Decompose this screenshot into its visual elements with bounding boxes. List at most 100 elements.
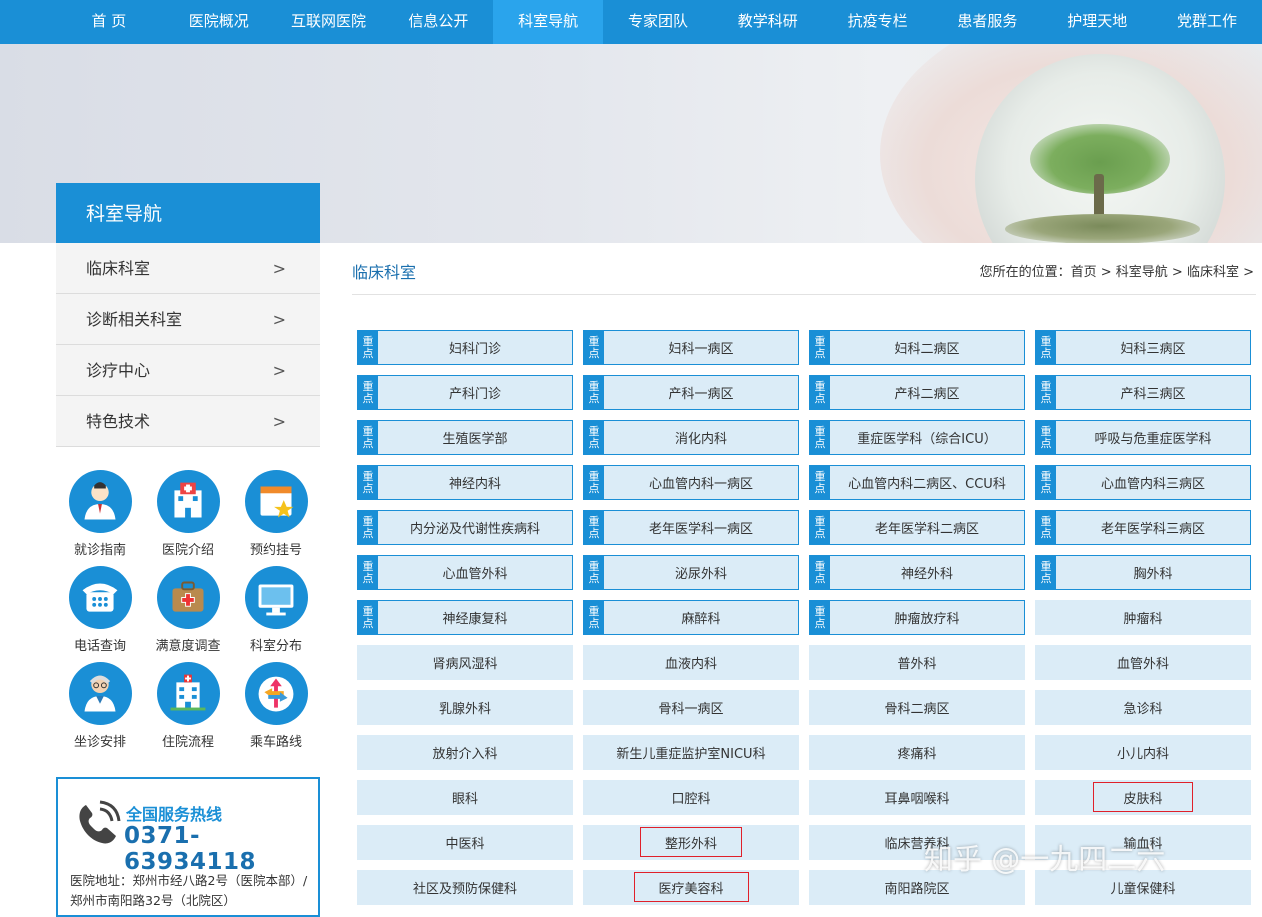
department-link[interactable]: 血液内科: [583, 645, 799, 680]
department-link[interactable]: 骨科一病区: [583, 690, 799, 725]
nav-item[interactable]: 护理天地: [1042, 0, 1152, 44]
sidebar-item-label: 特色技术: [86, 412, 151, 431]
department-name: 妇科二病区: [894, 342, 960, 357]
department-link[interactable]: 医疗美容科: [583, 870, 799, 905]
service-shortcut[interactable]: 预约挂号: [232, 470, 320, 558]
key-department-badge: 重点: [810, 601, 830, 634]
department-link[interactable]: 口腔科: [583, 780, 799, 815]
department-name: 新生儿重症监护室NICU科: [616, 747, 766, 762]
hotline-number[interactable]: 0371-63934118: [124, 823, 318, 875]
department-link[interactable]: 临床营养科: [809, 825, 1025, 860]
department-name: 输血科: [1123, 837, 1163, 852]
department-link[interactable]: 重点 妇科一病区: [583, 330, 799, 365]
department-link[interactable]: 重点 消化内科: [583, 420, 799, 455]
nav-item[interactable]: 医院概况: [164, 0, 274, 44]
department-link[interactable]: 重点 生殖医学部: [357, 420, 573, 455]
department-link[interactable]: 重点 心血管内科一病区: [583, 465, 799, 500]
department-name: 心血管内科一病区: [648, 477, 753, 492]
department-link[interactable]: 重点 神经外科: [809, 555, 1025, 590]
nav-item[interactable]: 教学科研: [713, 0, 823, 44]
sidebar-title: 科室导航: [56, 183, 320, 243]
department-link[interactable]: 重点 产科二病区: [809, 375, 1025, 410]
nav-item[interactable]: 信息公开: [383, 0, 493, 44]
department-link[interactable]: 重点 妇科三病区: [1035, 330, 1251, 365]
department-link[interactable]: 重点 妇科门诊: [357, 330, 573, 365]
nav-item[interactable]: 互联网医院: [274, 0, 384, 44]
department-link[interactable]: 重点 妇科二病区: [809, 330, 1025, 365]
department-link[interactable]: 重点 重症医学科（综合ICU）: [809, 420, 1025, 455]
key-department-badge: 重点: [810, 556, 830, 589]
service-shortcut[interactable]: 坐诊安排: [56, 662, 144, 750]
sidebar-item[interactable]: 诊疗中心 >: [56, 345, 320, 396]
department-name: 放射介入科: [432, 747, 498, 762]
department-link[interactable]: 血管外科: [1035, 645, 1251, 680]
department-link[interactable]: 重点 产科门诊: [357, 375, 573, 410]
department-link[interactable]: 普外科: [809, 645, 1025, 680]
department-link[interactable]: 重点 内分泌及代谢性疾病科: [357, 510, 573, 545]
breadcrumb-link[interactable]: 科室导航: [1116, 265, 1168, 280]
sidebar-menu: 临床科室 > 诊断相关科室 > 诊疗中心 > 特色技术 >: [56, 243, 320, 447]
department-name: 妇科一病区: [668, 342, 734, 357]
breadcrumb-link[interactable]: 首页: [1071, 265, 1097, 280]
department-link[interactable]: 中医科: [357, 825, 573, 860]
department-link[interactable]: 肿瘤科: [1035, 600, 1251, 635]
department-link[interactable]: 骨科二病区: [809, 690, 1025, 725]
nav-item[interactable]: 患者服务: [933, 0, 1043, 44]
department-link[interactable]: 社区及预防保健科: [357, 870, 573, 905]
department-link[interactable]: 重点 老年医学科二病区: [809, 510, 1025, 545]
sidebar-item[interactable]: 特色技术 >: [56, 396, 320, 447]
department-link[interactable]: 重点 呼吸与危重症医学科: [1035, 420, 1251, 455]
service-shortcut[interactable]: 医院介绍: [144, 470, 232, 558]
nav-item[interactable]: 专家团队: [603, 0, 713, 44]
department-name: 心血管内科三病区: [1100, 477, 1205, 492]
calendar-star-icon: [244, 470, 308, 533]
department-name: 乳腺外科: [438, 702, 491, 717]
department-link[interactable]: 重点 胸外科: [1035, 555, 1251, 590]
title-divider: [352, 294, 1256, 295]
department-link[interactable]: 乳腺外科: [357, 690, 573, 725]
breadcrumb-link[interactable]: 临床科室: [1187, 265, 1239, 280]
department-link[interactable]: 小儿内科: [1035, 735, 1251, 770]
department-link[interactable]: 重点 心血管内科二病区、CCU科: [809, 465, 1025, 500]
nav-item[interactable]: 首 页: [54, 0, 164, 44]
nav-item[interactable]: 党群工作: [1152, 0, 1262, 44]
department-link[interactable]: 重点 肿瘤放疗科: [809, 600, 1025, 635]
department-link[interactable]: 重点 神经内科: [357, 465, 573, 500]
department-link[interactable]: 重点 神经康复科: [357, 600, 573, 635]
service-shortcut[interactable]: 住院流程: [144, 662, 232, 750]
department-link[interactable]: 重点 泌尿外科: [583, 555, 799, 590]
department-link[interactable]: 输血科: [1035, 825, 1251, 860]
nav-item[interactable]: 抗疫专栏: [823, 0, 933, 44]
service-shortcut[interactable]: 乘车路线: [232, 662, 320, 750]
department-link[interactable]: 儿童保健科: [1035, 870, 1251, 905]
service-shortcut[interactable]: 科室分布: [232, 566, 320, 654]
key-department-badge: 重点: [810, 466, 830, 499]
department-link[interactable]: 眼科: [357, 780, 573, 815]
key-department-badge: 重点: [358, 421, 378, 454]
department-link[interactable]: 新生儿重症监护室NICU科: [583, 735, 799, 770]
department-link[interactable]: 重点 老年医学科三病区: [1035, 510, 1251, 545]
department-link[interactable]: 放射介入科: [357, 735, 573, 770]
nav-item[interactable]: 科室导航: [493, 0, 604, 44]
department-link[interactable]: 重点 心血管外科: [357, 555, 573, 590]
service-shortcut[interactable]: 就诊指南: [56, 470, 144, 558]
department-link[interactable]: 重点 麻醉科: [583, 600, 799, 635]
department-link[interactable]: 疼痛科: [809, 735, 1025, 770]
department-link[interactable]: 皮肤科: [1035, 780, 1251, 815]
sidebar-item[interactable]: 诊断相关科室 >: [56, 294, 320, 345]
department-link[interactable]: 重点 心血管内科三病区: [1035, 465, 1251, 500]
department-link[interactable]: 耳鼻咽喉科: [809, 780, 1025, 815]
sidebar-item[interactable]: 临床科室 >: [56, 243, 320, 294]
department-link[interactable]: 重点 产科一病区: [583, 375, 799, 410]
department-link[interactable]: 重点 产科三病区: [1035, 375, 1251, 410]
service-shortcut[interactable]: 电话查询: [56, 566, 144, 654]
department-name: 中医科: [445, 837, 485, 852]
department-name: 产科门诊: [448, 387, 501, 402]
department-link[interactable]: 重点 老年医学科一病区: [583, 510, 799, 545]
department-link[interactable]: 整形外科: [583, 825, 799, 860]
department-link[interactable]: 急诊科: [1035, 690, 1251, 725]
department-link[interactable]: 肾病风湿科: [357, 645, 573, 680]
medical-kit-icon: [156, 566, 220, 629]
service-shortcut[interactable]: 满意度调查: [144, 566, 232, 654]
department-link[interactable]: 南阳路院区: [809, 870, 1025, 905]
